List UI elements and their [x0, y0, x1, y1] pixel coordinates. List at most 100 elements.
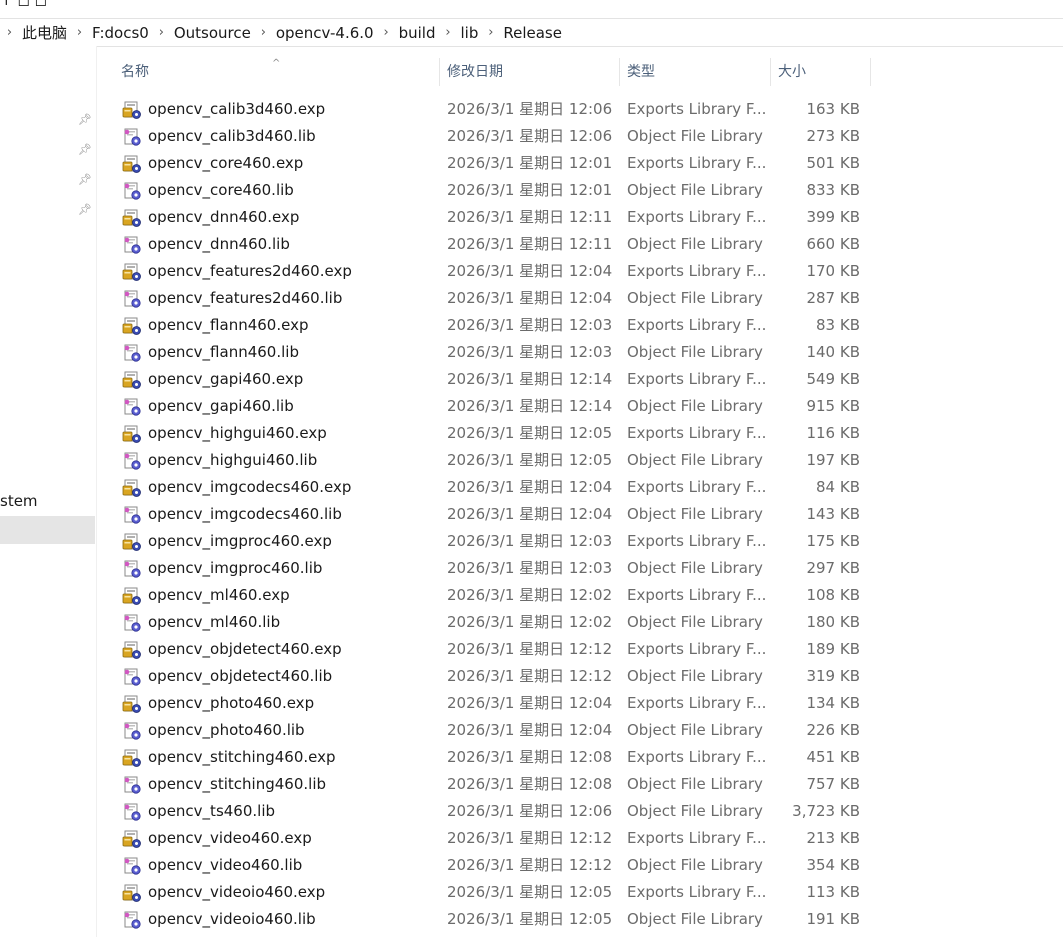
file-size: 140 KB	[806, 343, 860, 361]
breadcrumb-item[interactable]: build	[396, 24, 439, 42]
file-type: Object File Library	[627, 451, 763, 469]
file-size: 134 KB	[806, 694, 860, 712]
nav-item-system[interactable]: stem	[0, 492, 38, 510]
chevron-right-icon[interactable]: ›	[70, 25, 89, 40]
file-row[interactable]: opencv_photo460.lib 2026/3/1 星期日 12:04 Obj…	[96, 717, 876, 744]
chevron-right-icon[interactable]: ›	[152, 25, 171, 40]
nav-item-selected[interactable]	[0, 516, 95, 544]
file-row[interactable]: opencv_video460.lib 2026/3/1 星期日 12:12 Obj…	[96, 852, 876, 879]
file-row[interactable]: opencv_gapi460.exp 2026/3/1 星期日 12:14 Expo…	[96, 366, 876, 393]
file-name: opencv_photo460.exp	[148, 694, 315, 712]
breadcrumb-item[interactable]: opencv-4.6.0	[273, 24, 377, 42]
file-row[interactable]: opencv_calib3d460.lib 2026/3/1 星期日 12:06 O…	[96, 123, 876, 150]
title-strip: ↑ ◻ ◻	[0, 0, 1063, 10]
file-row[interactable]: opencv_objdetect460.lib 2026/3/1 星期日 12:1…	[96, 663, 876, 690]
column-header-type-label: 类型	[627, 64, 655, 80]
file-type: Object File Library	[627, 127, 763, 145]
file-size: 84 KB	[816, 478, 860, 496]
file-size: 451 KB	[806, 748, 860, 766]
file-row[interactable]: opencv_highgui460.lib 2026/3/1 星期日 12:05 O…	[96, 447, 876, 474]
file-row[interactable]: opencv_ml460.exp 2026/3/1 星期日 12:02 Export…	[96, 582, 876, 609]
file-row[interactable]: opencv_stitching460.exp 2026/3/1 星期日 12:0…	[96, 744, 876, 771]
file-type: Object File Library	[627, 667, 763, 685]
file-date-modified: 2026/3/1 星期日 12:06	[447, 802, 613, 820]
file-row[interactable]: opencv_videoio460.lib 2026/3/1 星期日 12:05 O…	[96, 906, 876, 933]
file-row[interactable]: opencv_dnn460.exp 2026/3/1 星期日 12:11 Expor…	[96, 204, 876, 231]
exp-file-icon	[122, 96, 142, 123]
breadcrumb-item[interactable]: Outsource	[171, 24, 254, 42]
file-row[interactable]: opencv_flann460.exp 2026/3/1 星期日 12:03 Exp…	[96, 312, 876, 339]
file-date-modified: 2026/3/1 星期日 12:11	[447, 208, 613, 226]
file-size: 197 KB	[806, 451, 860, 469]
file-date-modified: 2026/3/1 星期日 12:04	[447, 694, 613, 712]
file-type: Exports Library F...	[627, 154, 767, 172]
lib-file-icon	[122, 906, 142, 933]
file-size: 113 KB	[806, 883, 860, 901]
pin-icon[interactable]: 📌︎	[78, 173, 92, 187]
file-size: 319 KB	[806, 667, 860, 685]
column-header-name[interactable]: 名称 ^	[96, 58, 440, 86]
exp-file-icon	[122, 366, 142, 393]
file-date-modified: 2026/3/1 星期日 12:04	[447, 721, 613, 739]
exp-file-icon	[122, 825, 142, 852]
file-size: 83 KB	[816, 316, 860, 334]
file-row[interactable]: opencv_core460.lib 2026/3/1 星期日 12:01 Obje…	[96, 177, 876, 204]
file-row[interactable]: opencv_highgui460.exp 2026/3/1 星期日 12:05 E…	[96, 420, 876, 447]
file-row[interactable]: opencv_features2d460.exp 2026/3/1 星期日 12:…	[96, 258, 876, 285]
file-row[interactable]: opencv_calib3d460.exp 2026/3/1 星期日 12:06 E…	[96, 96, 876, 123]
file-row[interactable]: opencv_flann460.lib 2026/3/1 星期日 12:03 Obj…	[96, 339, 876, 366]
breadcrumb-item[interactable]: 此电脑	[19, 22, 70, 43]
file-size: 175 KB	[806, 532, 860, 550]
file-row[interactable]: opencv_photo460.exp 2026/3/1 星期日 12:04 Exp…	[96, 690, 876, 717]
file-row[interactable]: opencv_dnn460.lib 2026/3/1 星期日 12:11 Objec…	[96, 231, 876, 258]
lib-file-icon	[122, 798, 142, 825]
file-row[interactable]: opencv_video460.exp 2026/3/1 星期日 12:12 Exp…	[96, 825, 876, 852]
column-header-type[interactable]: 类型	[620, 58, 771, 86]
file-date-modified: 2026/3/1 星期日 12:05	[447, 883, 613, 901]
file-date-modified: 2026/3/1 星期日 12:04	[447, 478, 613, 496]
chevron-right-icon[interactable]: ›	[377, 25, 396, 40]
chevron-right-icon[interactable]: ›	[0, 25, 19, 40]
file-row[interactable]: opencv_core460.exp 2026/3/1 星期日 12:01 Expo…	[96, 150, 876, 177]
column-header-date[interactable]: 修改日期	[440, 58, 620, 86]
file-row[interactable]: opencv_imgcodecs460.lib 2026/3/1 星期日 12:0…	[96, 501, 876, 528]
file-row[interactable]: opencv_ts460.lib 2026/3/1 星期日 12:06 Object…	[96, 798, 876, 825]
exp-file-icon	[122, 582, 142, 609]
file-name: opencv_ml460.lib	[148, 613, 281, 631]
file-type: Object File Library	[627, 505, 763, 523]
file-row[interactable]: opencv_ml460.lib 2026/3/1 星期日 12:02 Object…	[96, 609, 876, 636]
file-type: Object File Library	[627, 343, 763, 361]
chevron-right-icon[interactable]: ›	[438, 25, 457, 40]
file-size: 833 KB	[806, 181, 860, 199]
pin-icon[interactable]: 📌︎	[78, 203, 92, 217]
breadcrumb-item[interactable]: lib	[457, 24, 481, 42]
file-row[interactable]: opencv_imgproc460.exp 2026/3/1 星期日 12:03 E…	[96, 528, 876, 555]
pin-icon[interactable]: 📌︎	[78, 113, 92, 127]
file-type: Exports Library F...	[627, 370, 767, 388]
pin-icon[interactable]: 📌︎	[78, 143, 92, 157]
file-row[interactable]: opencv_imgcodecs460.exp 2026/3/1 星期日 12:0…	[96, 474, 876, 501]
file-row[interactable]: opencv_stitching460.lib 2026/3/1 星期日 12:0…	[96, 771, 876, 798]
file-name: opencv_flann460.exp	[148, 316, 309, 334]
breadcrumb-item[interactable]: F:docs0	[89, 24, 152, 42]
lib-file-icon	[122, 285, 142, 312]
file-row[interactable]: opencv_gapi460.lib 2026/3/1 星期日 12:14 Obje…	[96, 393, 876, 420]
address-bar[interactable]: › 此电脑 › F:docs0 › Outsource › opencv-4.6.0 › buil…	[0, 18, 1063, 47]
file-row[interactable]: opencv_features2d460.lib 2026/3/1 星期日 12:…	[96, 285, 876, 312]
file-size: 191 KB	[806, 910, 860, 928]
file-name: opencv_dnn460.exp	[148, 208, 300, 226]
chevron-right-icon[interactable]: ›	[481, 25, 500, 40]
column-header-size[interactable]: 大小	[771, 58, 871, 86]
column-header-date-label: 修改日期	[447, 64, 503, 80]
file-type: Object File Library	[627, 910, 763, 928]
file-type: Exports Library F...	[627, 532, 767, 550]
file-row[interactable]: opencv_videoio460.exp 2026/3/1 星期日 12:05 E…	[96, 879, 876, 906]
chevron-right-icon[interactable]: ›	[254, 25, 273, 40]
file-row[interactable]: opencv_objdetect460.exp 2026/3/1 星期日 12:1…	[96, 636, 876, 663]
file-row[interactable]: opencv_imgproc460.lib 2026/3/1 星期日 12:03 O…	[96, 555, 876, 582]
breadcrumb-item[interactable]: Release	[500, 24, 565, 42]
file-date-modified: 2026/3/1 星期日 12:06	[447, 100, 613, 118]
file-name: opencv_features2d460.exp	[148, 262, 352, 280]
file-name: opencv_gapi460.lib	[148, 397, 294, 415]
file-type: Object File Library	[627, 802, 763, 820]
